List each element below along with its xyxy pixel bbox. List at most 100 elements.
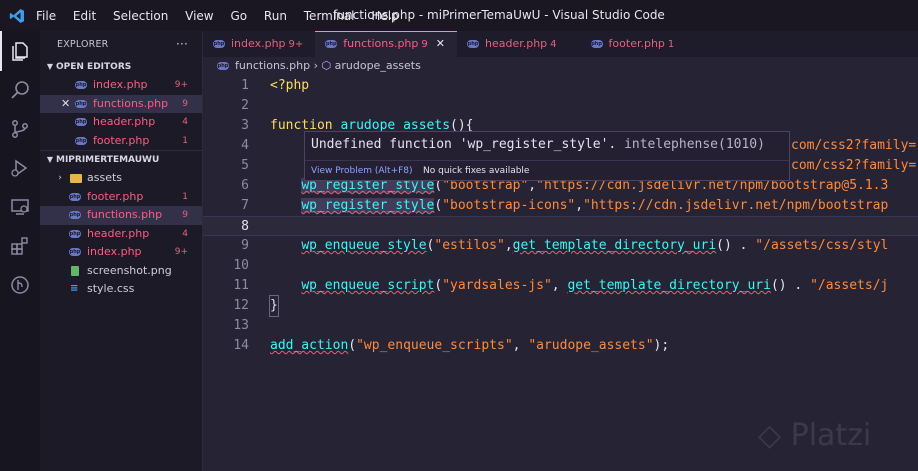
source-control-icon[interactable] xyxy=(0,109,40,149)
explorer-icon[interactable] xyxy=(0,31,40,71)
tab-label: header.php xyxy=(484,37,548,50)
menu-terminal[interactable]: Terminal xyxy=(304,9,355,23)
code-line: 1 <?php xyxy=(203,76,918,96)
file-name: footer.php xyxy=(87,189,144,203)
tab-badge: 1 xyxy=(667,39,675,50)
open-editor-item[interactable]: php index.php 9+ xyxy=(40,76,202,95)
code-text: <?php xyxy=(270,78,310,93)
search-icon[interactable] xyxy=(0,70,40,110)
problem-count-badge: 9+ xyxy=(174,80,188,90)
file-name: header.php xyxy=(93,115,156,128)
tab-header-php[interactable]: php header.php 4 xyxy=(457,31,569,57)
open-editor-item[interactable]: php header.php 4 xyxy=(40,113,202,132)
line-number: 10 xyxy=(233,258,249,273)
code-line: 10 xyxy=(203,256,918,276)
symbol-method-icon: ⬡ xyxy=(321,59,332,72)
file-item[interactable]: screenshot.png xyxy=(40,262,202,281)
menu-file[interactable]: File xyxy=(36,9,56,23)
problem-count-badge: 1 xyxy=(182,191,188,202)
line-number: 11 xyxy=(233,278,249,293)
php-file-icon: php xyxy=(69,229,81,238)
git-graph-icon[interactable] xyxy=(0,265,40,305)
php-file-icon: php xyxy=(75,99,87,108)
chevron-right-icon: › xyxy=(313,59,322,72)
code-text: add_action("wp_enqueue_scripts", "arudop… xyxy=(270,338,670,353)
code-line: 2 xyxy=(203,96,918,116)
folder-name: assets xyxy=(87,171,123,184)
php-file-icon: php xyxy=(75,136,87,145)
css-file-icon: ≡ xyxy=(70,283,79,294)
line-number: 1 xyxy=(241,78,249,93)
error-source: intelephense(1010) xyxy=(624,137,765,152)
close-icon[interactable]: ✕ xyxy=(436,37,445,50)
file-item[interactable]: php footer.php 1 xyxy=(40,188,202,207)
php-file-icon: php xyxy=(213,40,225,48)
close-icon[interactable]: ✕ xyxy=(61,95,70,114)
menu-help[interactable]: Help xyxy=(371,9,398,23)
more-actions-icon[interactable]: ··· xyxy=(176,31,188,58)
php-file-icon: php xyxy=(217,62,229,70)
tab-label: footer.php xyxy=(608,37,665,50)
menu-view[interactable]: View xyxy=(185,9,213,23)
tab-badge: 4 xyxy=(550,39,557,50)
file-name: screenshot.png xyxy=(87,263,172,277)
php-file-icon: php xyxy=(466,40,479,48)
tab-label: index.php xyxy=(231,37,286,50)
extensions-icon[interactable] xyxy=(0,226,40,266)
tab-footer-php[interactable]: php footer.php 1 xyxy=(569,31,687,57)
file-item[interactable]: php index.php 9+ xyxy=(40,243,202,262)
menu-bar: File Edit Selection View Go Run Terminal… xyxy=(34,9,399,23)
code-text: } xyxy=(269,295,279,317)
chevron-down-icon: ▼ xyxy=(46,155,54,164)
code-text: wp_enqueue_style("estilos",get_template_… xyxy=(301,238,889,253)
explorer-label: EXPLORER xyxy=(57,39,109,50)
run-debug-icon[interactable] xyxy=(0,148,40,188)
problem-count-badge: 1 xyxy=(182,135,188,146)
file-name: footer.php xyxy=(93,133,150,147)
problem-count-badge: 4 xyxy=(182,228,188,239)
chevron-right-icon: › xyxy=(58,173,62,183)
line-number: 5 xyxy=(241,158,249,173)
breadcrumb-symbol[interactable]: arudope_assets xyxy=(335,59,421,72)
file-name: style.css xyxy=(87,282,135,295)
file-item[interactable]: php header.php 4 xyxy=(40,225,202,244)
file-item-active[interactable]: php functions.php 9 xyxy=(40,206,202,225)
breadcrumb-file[interactable]: functions.php xyxy=(235,59,310,72)
tab-index-php[interactable]: php index.php 9+ xyxy=(203,31,315,57)
file-name: header.php xyxy=(87,226,150,240)
folder-icon xyxy=(70,174,82,183)
menu-go[interactable]: Go xyxy=(230,9,247,23)
hover-message: Undefined function 'wp_register_style'. … xyxy=(311,137,765,152)
hover-actions: View Problem (Alt+F8) No quick fixes ava… xyxy=(305,160,789,181)
menu-edit[interactable]: Edit xyxy=(73,9,96,23)
open-editors-label: OPEN EDITORS xyxy=(56,62,132,72)
remote-explorer-icon[interactable] xyxy=(0,187,40,227)
open-editors-header[interactable]: ▼ OPEN EDITORS xyxy=(40,58,202,76)
php-file-icon: php xyxy=(69,211,81,219)
tab-functions-php[interactable]: php functions.php 9 ✕ xyxy=(315,31,457,57)
vscode-logo-icon[interactable] xyxy=(0,0,34,31)
folder-item[interactable]: › assets xyxy=(40,169,202,188)
line-number: 7 xyxy=(241,198,249,213)
current-code-line: 8 xyxy=(203,216,918,236)
code-text: wp_register_style("bootstrap-icons","htt… xyxy=(301,198,889,213)
editor-tabs: php index.php 9+ php functions.php 9 ✕ php hea… xyxy=(203,31,918,57)
file-item[interactable]: ≡ style.css xyxy=(40,280,202,299)
view-problem-link[interactable]: View Problem (Alt+F8) xyxy=(311,161,413,181)
line-number: 3 xyxy=(241,118,249,133)
open-editor-item-active[interactable]: ✕ php functions.php 9 xyxy=(40,94,202,114)
menu-selection[interactable]: Selection xyxy=(113,9,168,23)
code-line: 13 xyxy=(203,316,918,336)
problem-count-badge: 9 xyxy=(182,210,188,220)
menu-run[interactable]: Run xyxy=(264,9,287,23)
tab-badge: 9 xyxy=(421,39,428,50)
open-editor-item[interactable]: php footer.php 1 xyxy=(40,132,202,151)
activity-bar xyxy=(0,31,40,471)
line-number: 4 xyxy=(241,138,249,153)
no-quick-fixes-label: No quick fixes available xyxy=(423,166,530,176)
code-text: com/css2?family= xyxy=(791,138,917,153)
code-text: wp_enqueue_script("yardsales-js", get_te… xyxy=(301,278,889,293)
code-line: 7 wp_register_style("bootstrap-icons","h… xyxy=(203,196,918,216)
php-file-icon: php xyxy=(69,192,81,201)
project-header[interactable]: ▼ MIPRIMERTEMAUWU xyxy=(40,150,202,169)
